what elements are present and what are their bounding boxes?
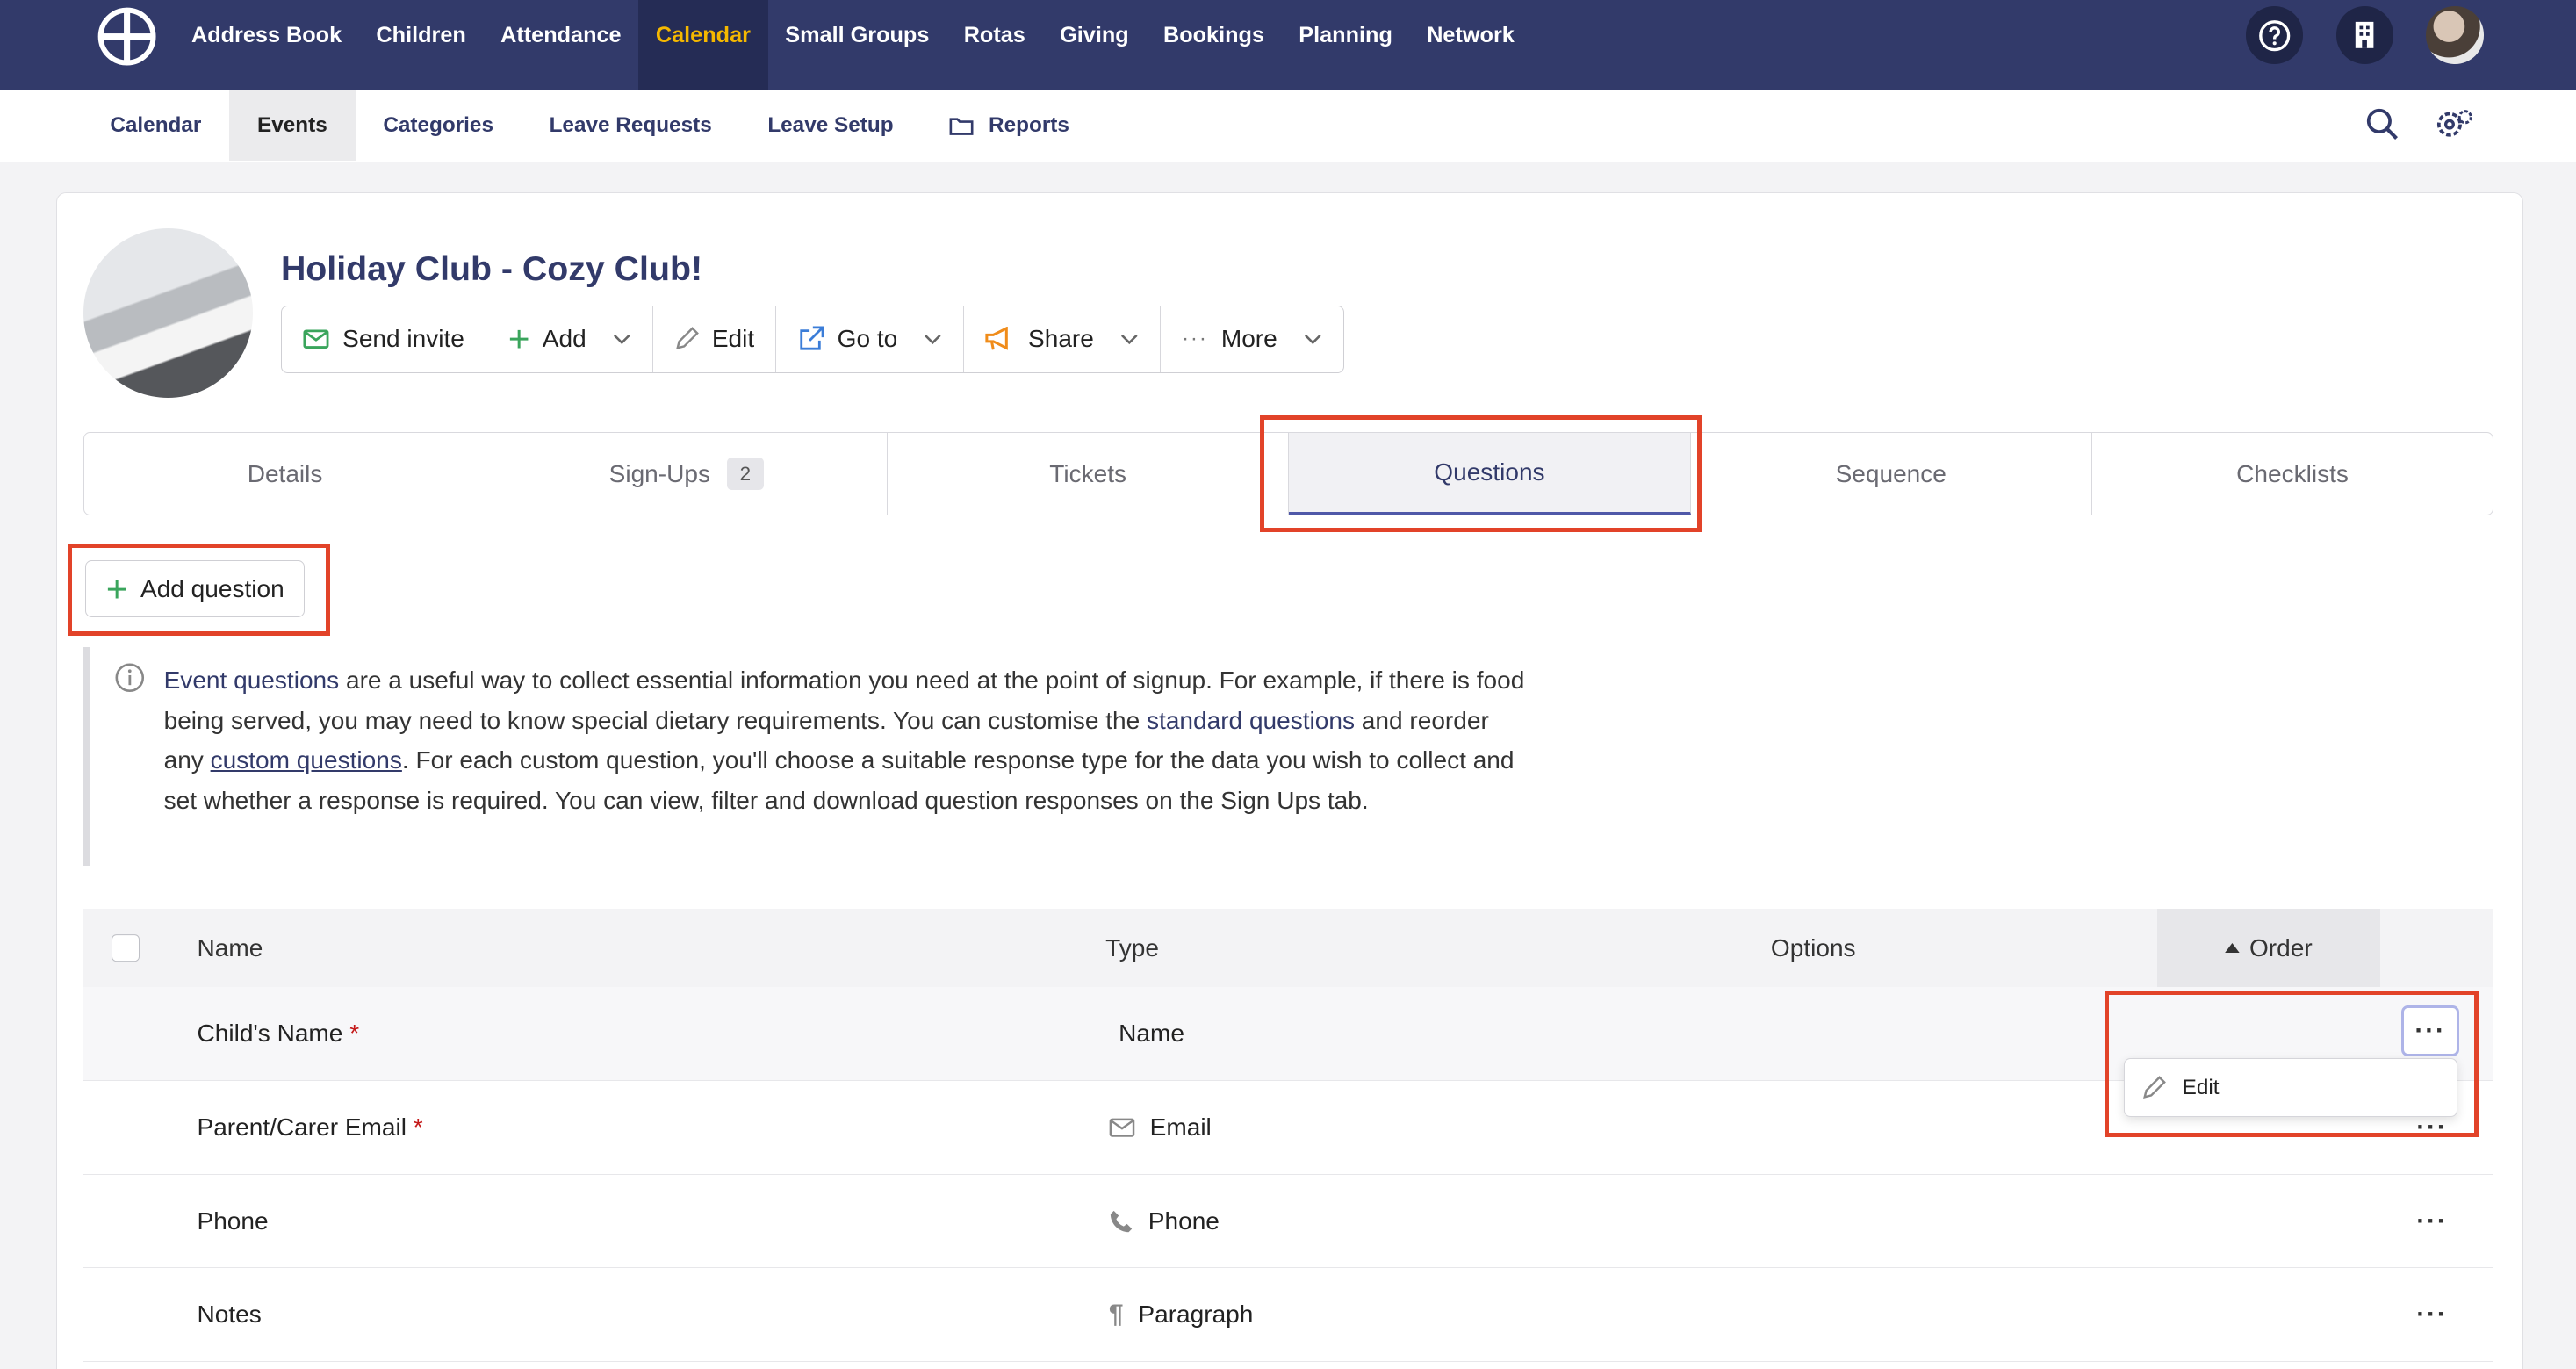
add-label: Add — [542, 325, 586, 353]
subnav-calendar[interactable]: Calendar — [83, 90, 230, 161]
nav-children[interactable]: Children — [359, 0, 484, 70]
select-all-checkbox[interactable] — [112, 933, 140, 962]
user-avatar[interactable] — [2426, 6, 2484, 64]
highlight-questions-tab — [1260, 415, 1702, 533]
subnav-leave-setup[interactable]: Leave Setup — [740, 90, 922, 161]
building-icon[interactable] — [2335, 6, 2394, 64]
nav-giving[interactable]: Giving — [1042, 0, 1146, 70]
tab-tickets[interactable]: Tickets — [888, 433, 1290, 515]
subnav-reports-label: Reports — [989, 113, 1069, 138]
question-type-label: Name — [1119, 1020, 1184, 1048]
table-header: Name Type Options Order — [83, 908, 2494, 988]
nav-rotas[interactable]: Rotas — [946, 0, 1042, 70]
tab-sequence[interactable]: Sequence — [1691, 433, 2092, 515]
highlight-row-menu — [2104, 991, 2479, 1137]
share-label: Share — [1028, 325, 1094, 353]
sort-asc-icon — [2224, 942, 2240, 954]
envelope-icon — [1109, 1118, 1135, 1137]
chevron-down-icon — [1120, 334, 1138, 344]
nav-bookings[interactable]: Bookings — [1146, 0, 1281, 70]
tab-tickets-label: Tickets — [1049, 459, 1127, 487]
question-type: Name — [1119, 1020, 1184, 1048]
info-box: Event questions are a useful way to coll… — [83, 647, 1529, 866]
question-name: Phone — [197, 1207, 269, 1235]
ellipsis-icon: ··· — [1181, 327, 1208, 351]
row-actions-button[interactable]: ··· — [2416, 1300, 2448, 1329]
tab-sign-ups[interactable]: Sign-Ups 2 — [486, 433, 888, 515]
folder-icon — [949, 118, 974, 135]
chevron-down-icon — [925, 334, 941, 344]
envelope-icon — [303, 329, 329, 349]
plus-icon — [509, 330, 528, 349]
header-order[interactable]: Order — [2156, 908, 2381, 988]
nav-address-book[interactable]: Address Book — [174, 0, 358, 70]
table-row[interactable]: Phone Phone ··· — [83, 1175, 2494, 1269]
subnav-categories[interactable]: Categories — [356, 90, 522, 161]
tab-sequence-label: Sequence — [1835, 459, 1946, 487]
megaphone-icon — [985, 327, 1009, 351]
subnav-events[interactable]: Events — [229, 90, 356, 162]
tab-checklists-label: Checklists — [2236, 459, 2349, 487]
question-type: Phone — [1109, 1207, 1220, 1236]
question-type: ¶ Paragraph — [1109, 1300, 1253, 1329]
required-marker: * — [413, 1113, 423, 1141]
top-navigation-bar: Address Book Children Attendance Calenda… — [0, 0, 2576, 90]
info-icon — [114, 662, 146, 694]
question-type: Email — [1109, 1113, 1212, 1142]
send-invite-button[interactable]: Send invite — [282, 306, 487, 372]
tab-details-label: Details — [247, 459, 323, 487]
logo-icon[interactable] — [97, 6, 157, 67]
subnav-reports[interactable]: Reports — [921, 90, 1097, 161]
header-type[interactable]: Type — [1105, 934, 1159, 962]
settings-gear-icon[interactable] — [2436, 107, 2474, 141]
header-name[interactable]: Name — [198, 934, 263, 962]
edit-button[interactable]: Edit — [653, 306, 777, 372]
subnav-leave-requests[interactable]: Leave Requests — [522, 90, 740, 161]
paragraph-icon: ¶ — [1108, 1300, 1124, 1329]
nav-small-groups[interactable]: Small Groups — [768, 0, 946, 70]
event-title: Holiday Club - Cozy Club! — [280, 249, 703, 289]
more-label: More — [1220, 325, 1277, 353]
question-type-label: Email — [1149, 1113, 1212, 1141]
question-name: Notes — [197, 1301, 262, 1329]
send-invite-label: Send invite — [342, 325, 464, 353]
question-name: Child's Name * — [197, 1020, 360, 1048]
go-to-label: Go to — [837, 325, 898, 353]
external-link-icon — [800, 326, 824, 350]
question-type-label: Phone — [1148, 1207, 1220, 1235]
question-type-label: Paragraph — [1138, 1301, 1254, 1329]
pencil-icon — [675, 327, 699, 350]
go-to-button[interactable]: Go to — [776, 306, 965, 372]
more-button[interactable]: ··· More — [1161, 306, 1343, 372]
table-row[interactable]: Notes ¶ Paragraph ··· — [83, 1268, 2494, 1363]
custom-questions-link[interactable]: custom questions — [211, 746, 402, 774]
search-icon[interactable] — [2365, 107, 2400, 141]
sign-ups-count-badge: 2 — [726, 458, 765, 491]
phone-icon — [1110, 1210, 1133, 1232]
row-actions-button[interactable]: ··· — [2416, 1207, 2448, 1236]
tab-sign-ups-label: Sign-Ups — [608, 459, 710, 487]
header-order-label: Order — [2249, 933, 2313, 962]
help-icon[interactable] — [2245, 6, 2304, 64]
standard-questions-link[interactable]: standard questions — [1147, 707, 1355, 734]
header-options: Options — [1770, 933, 1856, 962]
chevron-down-icon — [1304, 334, 1321, 344]
chevron-down-icon — [613, 334, 630, 344]
add-button[interactable]: Add — [486, 306, 653, 372]
required-marker: * — [349, 1020, 360, 1048]
event-questions-link[interactable]: Event questions — [164, 666, 340, 694]
nav-network[interactable]: Network — [1410, 0, 1532, 70]
nav-calendar[interactable]: Calendar — [638, 0, 768, 90]
sub-navigation-bar: Calendar Events Categories Leave Request… — [0, 90, 2576, 163]
event-image — [83, 228, 254, 398]
nav-attendance[interactable]: Attendance — [483, 0, 638, 70]
tab-checklists[interactable]: Checklists — [2092, 433, 2493, 515]
event-action-bar: Send invite Add Edit Go to Share ··· Mor… — [280, 306, 1344, 373]
edit-label: Edit — [711, 325, 755, 353]
nav-planning[interactable]: Planning — [1282, 0, 1410, 70]
highlight-add-question — [67, 544, 331, 637]
share-button[interactable]: Share — [964, 306, 1161, 372]
question-name: Parent/Carer Email * — [197, 1113, 423, 1141]
tab-details[interactable]: Details — [84, 433, 486, 515]
